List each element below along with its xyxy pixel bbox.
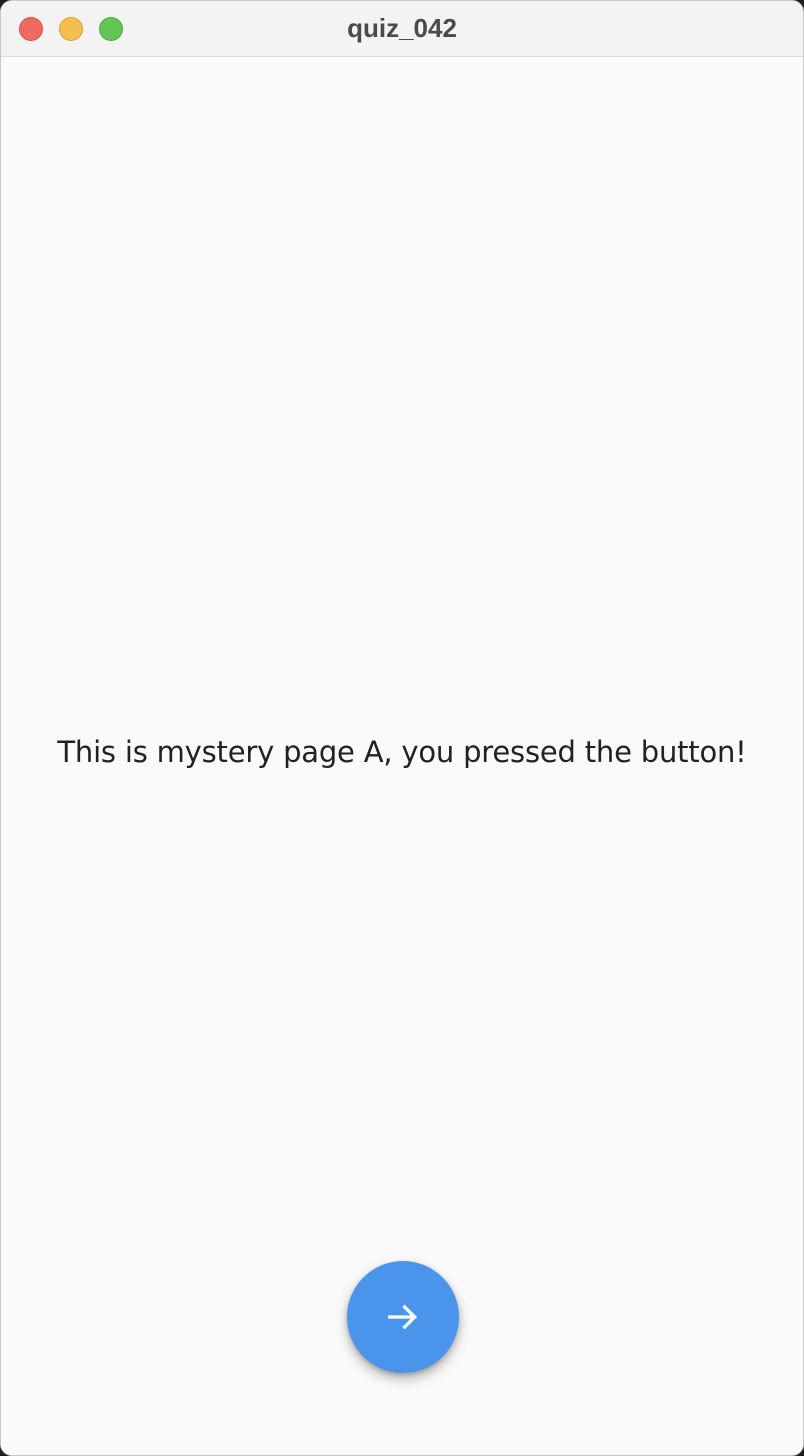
window-title: quiz_042 xyxy=(347,13,457,43)
page-message: This is mystery page A, you pressed the … xyxy=(57,735,747,769)
app-window: quiz_042 This is mystery page A, you pre… xyxy=(0,0,804,1456)
arrow-forward-icon xyxy=(383,1297,423,1337)
title-bar: quiz_042 xyxy=(1,1,803,57)
next-page-button[interactable] xyxy=(347,1261,459,1373)
page-body: This is mystery page A, you pressed the … xyxy=(1,57,803,1455)
